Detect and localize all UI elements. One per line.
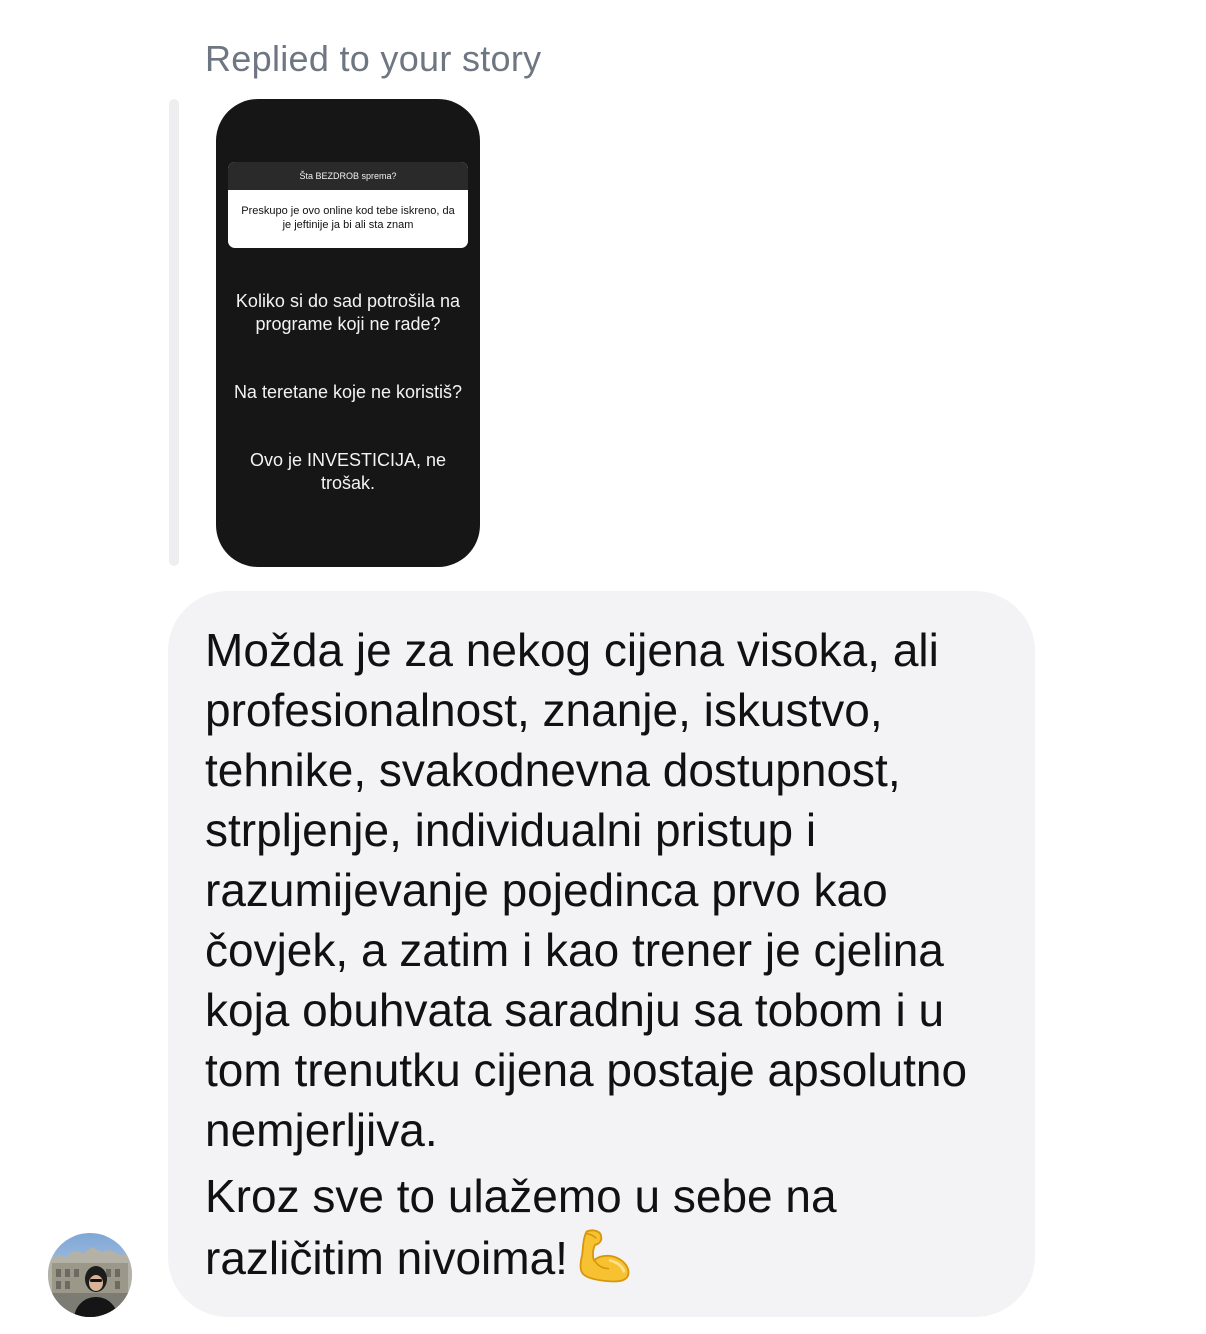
replied-to-story-label: Replied to your story [205,38,542,79]
avatar-photo [48,1233,132,1317]
story-text-paragraph-3: Ovo je INVESTICIJA, ne trošak. [249,450,447,493]
message-paragraph-2-container: Kroz sve to ulažemo u sebe na različitim… [205,1166,1015,1288]
message-paragraph-2: Kroz sve to ulažemo u sebe na različitim… [205,1170,837,1284]
reply-quote-bar [169,99,179,566]
question-sticker: Šta BEZDROB sprema? Preskupo je ovo onli… [228,162,468,248]
story-text-paragraph-2: Na teretane koje ne koristiš? [233,382,463,402]
question-sticker-answer: Preskupo je ovo online kod tebe iskreno,… [241,205,455,231]
story-preview[interactable]: Šta BEZDROB sprema? Preskupo je ovo onli… [216,99,480,567]
sender-avatar[interactable] [48,1233,132,1317]
flexed-biceps-icon [579,1229,630,1283]
message-text: Možda je za nekog cijena visoka, ali pro… [205,620,1015,1288]
question-sticker-header: Šta BEZDROB sprema? [228,162,468,190]
story-text-paragraph-1: Koliko si do sad potrošila na programe k… [235,291,461,334]
message-paragraph-1: Možda je za nekog cijena visoka, ali pro… [205,624,968,1156]
